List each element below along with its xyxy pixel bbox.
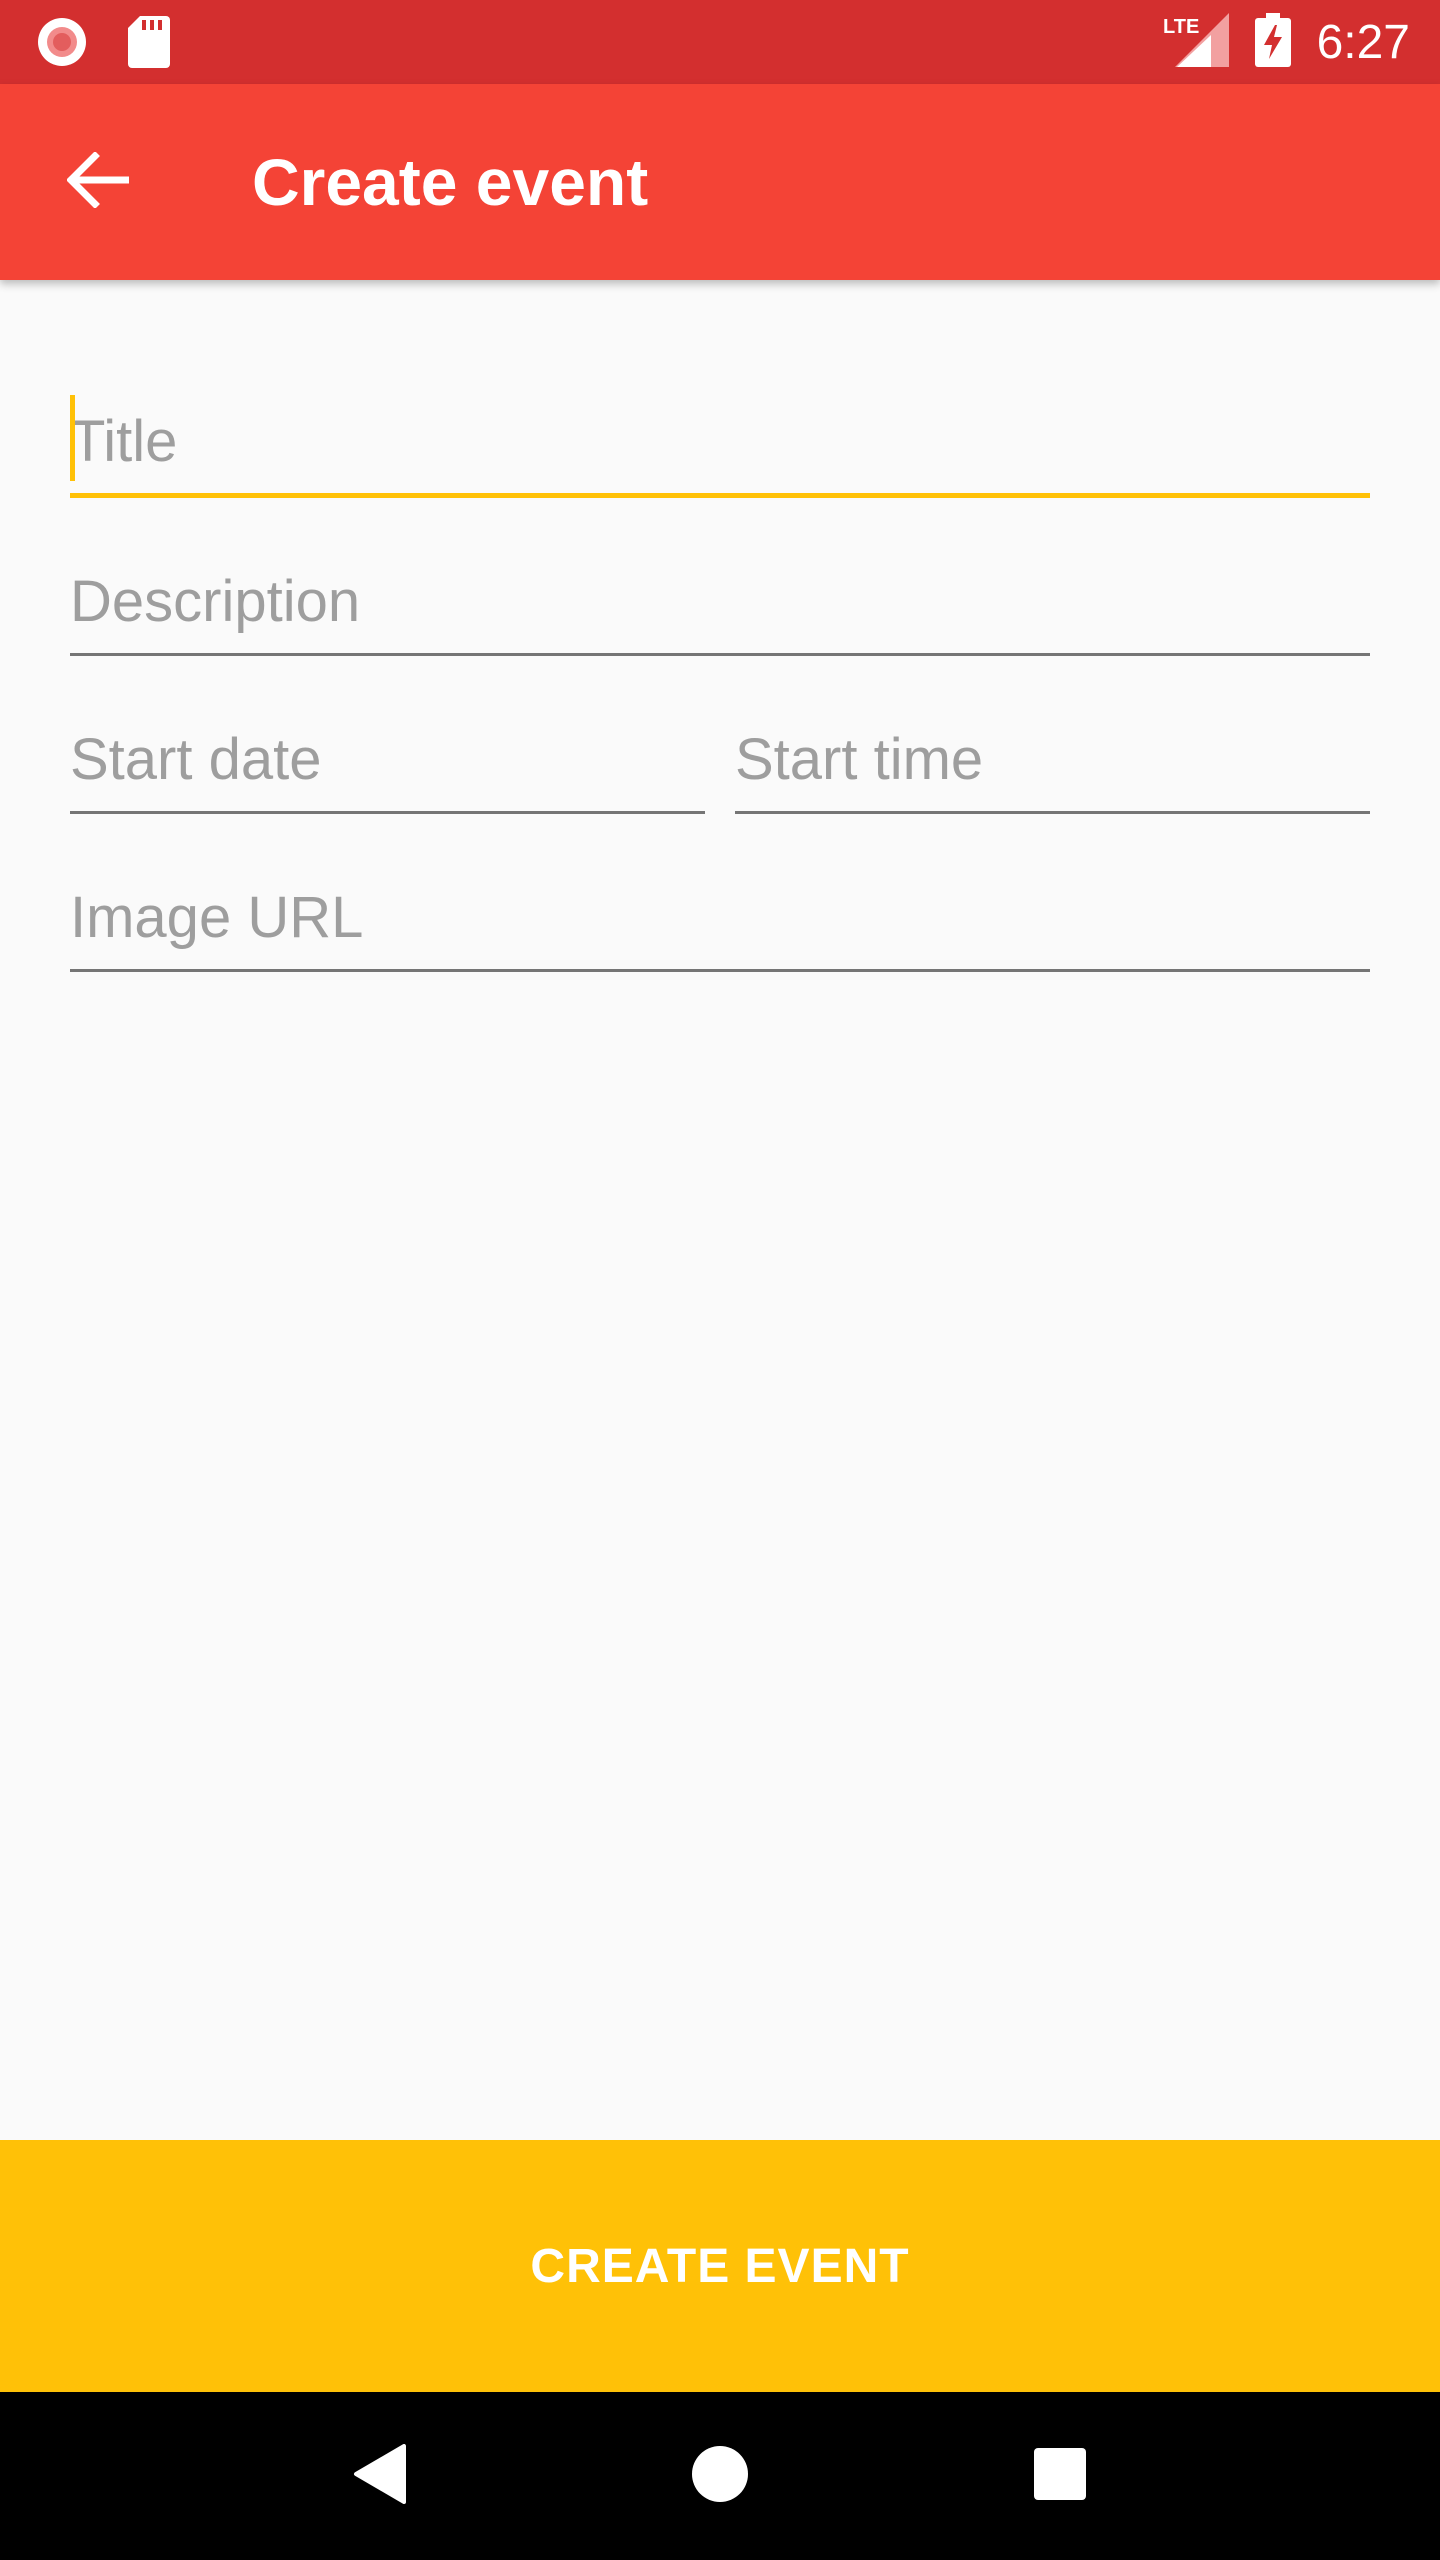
text-cursor	[70, 395, 75, 481]
nav-recents-button[interactable]	[1000, 2416, 1120, 2536]
image-url-field: Image URL	[70, 814, 1370, 972]
image-url-input[interactable]: Image URL	[70, 862, 1370, 972]
sd-card-icon	[128, 16, 170, 73]
description-field: Description	[70, 498, 1370, 656]
image-url-placeholder: Image URL	[70, 885, 364, 950]
status-time: 6:27	[1316, 15, 1410, 69]
nav-home-icon	[690, 2444, 750, 2509]
svg-text:LTE: LTE	[1163, 16, 1199, 38]
status-left-icons	[36, 16, 170, 73]
lte-signal-icon: LTE	[1163, 12, 1229, 72]
date-time-row: Start date Start time	[70, 656, 1370, 814]
start-time-input[interactable]: Start time	[735, 704, 1370, 814]
create-event-label: CREATE EVENT	[530, 2239, 910, 2293]
system-nav-bar	[0, 2392, 1440, 2560]
status-bar: LTE 6:27	[0, 0, 1440, 84]
description-placeholder: Description	[70, 569, 361, 634]
start-time-placeholder: Start time	[735, 727, 984, 792]
page-title: Create event	[252, 145, 649, 219]
title-field: Title	[70, 340, 1370, 498]
nav-recents-icon	[1033, 2447, 1087, 2506]
start-time-field: Start time	[735, 656, 1370, 814]
title-placeholder: Title	[70, 409, 178, 474]
nav-back-icon	[352, 2443, 408, 2509]
back-button[interactable]	[50, 134, 146, 230]
description-input[interactable]: Description	[70, 546, 1370, 656]
nav-back-button[interactable]	[320, 2416, 440, 2536]
start-date-field: Start date	[70, 656, 705, 814]
battery-charging-icon	[1254, 12, 1291, 72]
arrow-back-icon	[66, 150, 131, 213]
start-date-input[interactable]: Start date	[70, 704, 705, 814]
record-icon	[36, 16, 88, 73]
start-date-placeholder: Start date	[70, 727, 322, 792]
create-event-button[interactable]: CREATE EVENT	[0, 2140, 1440, 2392]
app-bar: Create event	[0, 84, 1440, 280]
nav-home-button[interactable]	[660, 2416, 780, 2536]
create-event-form: Title Description Start date Start time …	[70, 340, 1370, 972]
title-input[interactable]: Title	[70, 388, 1370, 498]
status-right-icons: LTE 6:27	[1163, 10, 1410, 74]
